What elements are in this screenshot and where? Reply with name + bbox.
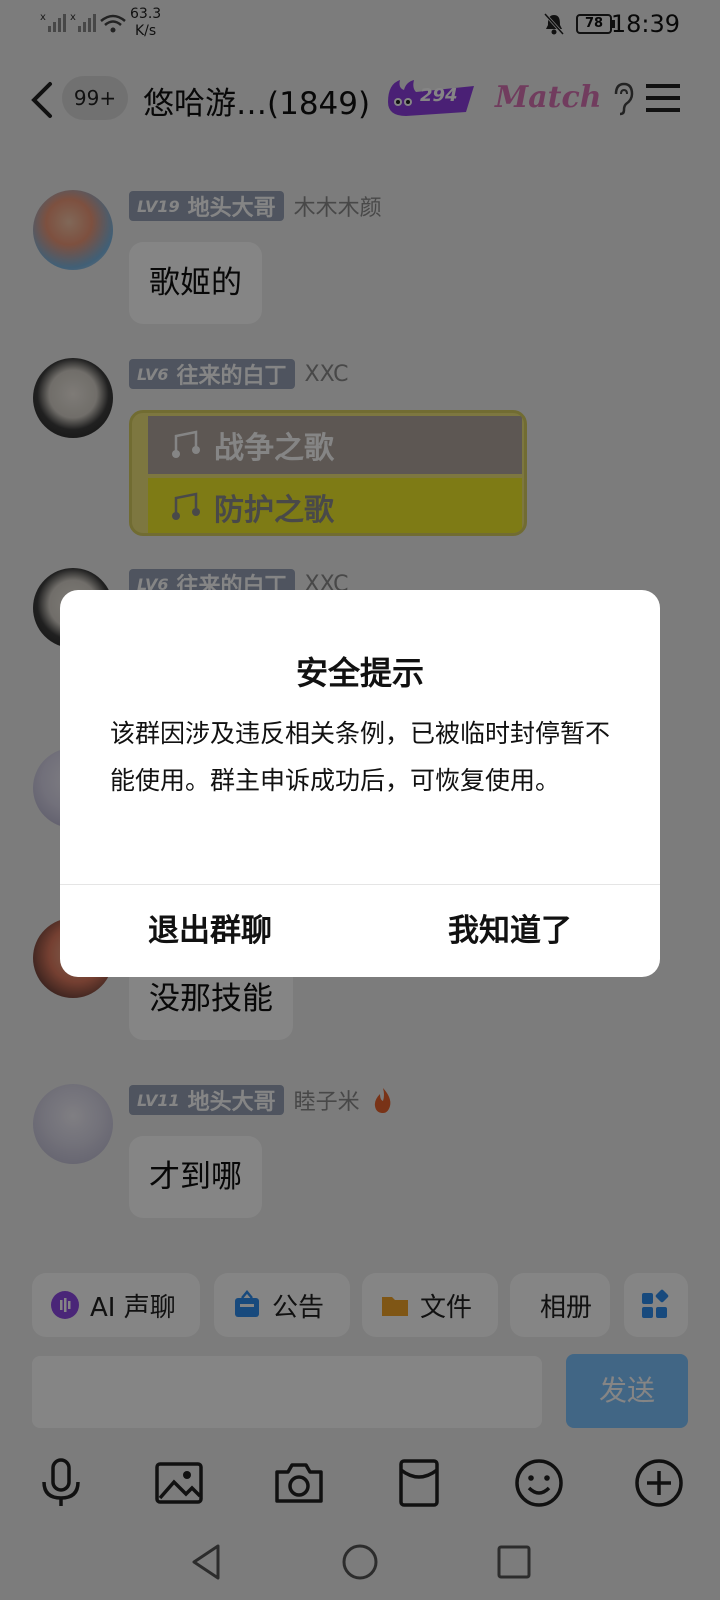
security-alert-dialog: 安全提示 该群因涉及违反相关条例，已被临时封停暂不能使用。群主申诉成功后，可恢复… bbox=[60, 590, 660, 977]
exit-group-button[interactable]: 退出群聊 bbox=[60, 886, 360, 977]
dialog-divider bbox=[60, 884, 660, 885]
acknowledge-button[interactable]: 我知道了 bbox=[360, 886, 660, 977]
dialog-title: 安全提示 bbox=[295, 654, 424, 692]
dialog-message: 该群因涉及违反相关条例，已被临时封停暂不能使用。群主申诉成功后，可恢复使用。 bbox=[110, 719, 611, 795]
